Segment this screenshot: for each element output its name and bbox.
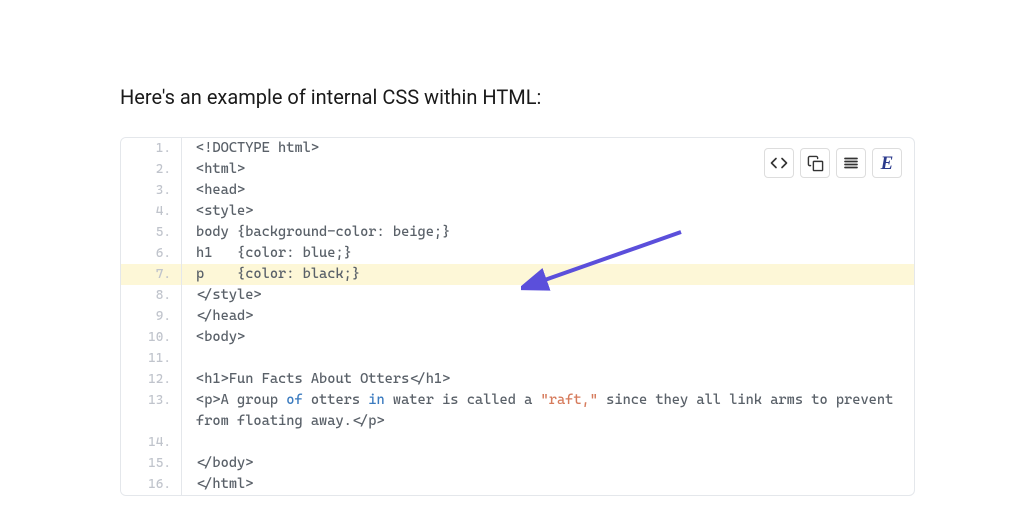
code-line: 15.</body> xyxy=(121,453,914,474)
line-number: 8. xyxy=(121,285,181,306)
line-content: </head> xyxy=(182,306,914,327)
line-number: 13. xyxy=(121,390,181,411)
copy-button[interactable] xyxy=(800,148,830,178)
line-number: 12. xyxy=(121,369,181,390)
brand-button[interactable]: E xyxy=(872,148,902,178)
line-content: <style> xyxy=(182,201,914,222)
line-number: 6. xyxy=(121,243,181,264)
line-number: 15. xyxy=(121,453,181,474)
code-line: 11. xyxy=(121,348,914,369)
line-number: 7. xyxy=(121,264,181,285)
code-line: 14. xyxy=(121,432,914,453)
copy-icon xyxy=(807,155,824,172)
line-content: </style> xyxy=(182,285,914,306)
gutter-divider xyxy=(181,348,182,369)
code-line: 16.</html> xyxy=(121,474,914,495)
code-block: E 1.<!DOCTYPE html>2.<html>3.<head>4.<st… xyxy=(120,137,915,496)
line-number: 9. xyxy=(121,306,181,327)
line-content: </body> xyxy=(182,453,914,474)
code-line: 5.body {background-color: beige;} xyxy=(121,222,914,243)
code-view-button[interactable] xyxy=(764,148,794,178)
line-content: p {color: black;} xyxy=(182,264,914,285)
code-toolbar: E xyxy=(764,148,902,178)
code-line: 4.<style> xyxy=(121,201,914,222)
code-line: 6.h1 {color: blue;} xyxy=(121,243,914,264)
line-number: 2. xyxy=(121,159,181,180)
line-number: 1. xyxy=(121,138,181,159)
code-line: 8.</style> xyxy=(121,285,914,306)
code-line: 13.<p>A group of otters in water is call… xyxy=(121,390,914,432)
line-number: 10. xyxy=(121,327,181,348)
code-line: 7.p {color: black;} xyxy=(121,264,914,285)
line-content: <body> xyxy=(182,327,914,348)
line-content: </html> xyxy=(182,474,914,495)
line-content: <head> xyxy=(182,180,914,201)
list-view-button[interactable] xyxy=(836,148,866,178)
code-lines: 1.<!DOCTYPE html>2.<html>3.<head>4.<styl… xyxy=(121,138,914,495)
line-number: 5. xyxy=(121,222,181,243)
code-line: 3.<head> xyxy=(121,180,914,201)
code-line: 9.</head> xyxy=(121,306,914,327)
line-number: 11. xyxy=(121,348,181,369)
code-line: 12.<h1>Fun Facts About Otters</h1> xyxy=(121,369,914,390)
line-content: h1 {color: blue;} xyxy=(182,243,914,264)
brand-e-icon: E xyxy=(881,153,894,174)
gutter-divider xyxy=(181,432,182,453)
line-number: 16. xyxy=(121,474,181,495)
code-icon xyxy=(770,154,788,172)
line-content: <p>A group of otters in water is called … xyxy=(182,390,914,432)
line-number: 14. xyxy=(121,432,181,453)
line-content: body {background-color: beige;} xyxy=(182,222,914,243)
line-number: 4. xyxy=(121,201,181,222)
list-icon xyxy=(842,154,860,172)
intro-heading: Here's an example of internal CSS within… xyxy=(120,85,915,109)
line-number: 3. xyxy=(121,180,181,201)
line-content: <h1>Fun Facts About Otters</h1> xyxy=(182,369,914,390)
code-line: 10.<body> xyxy=(121,327,914,348)
